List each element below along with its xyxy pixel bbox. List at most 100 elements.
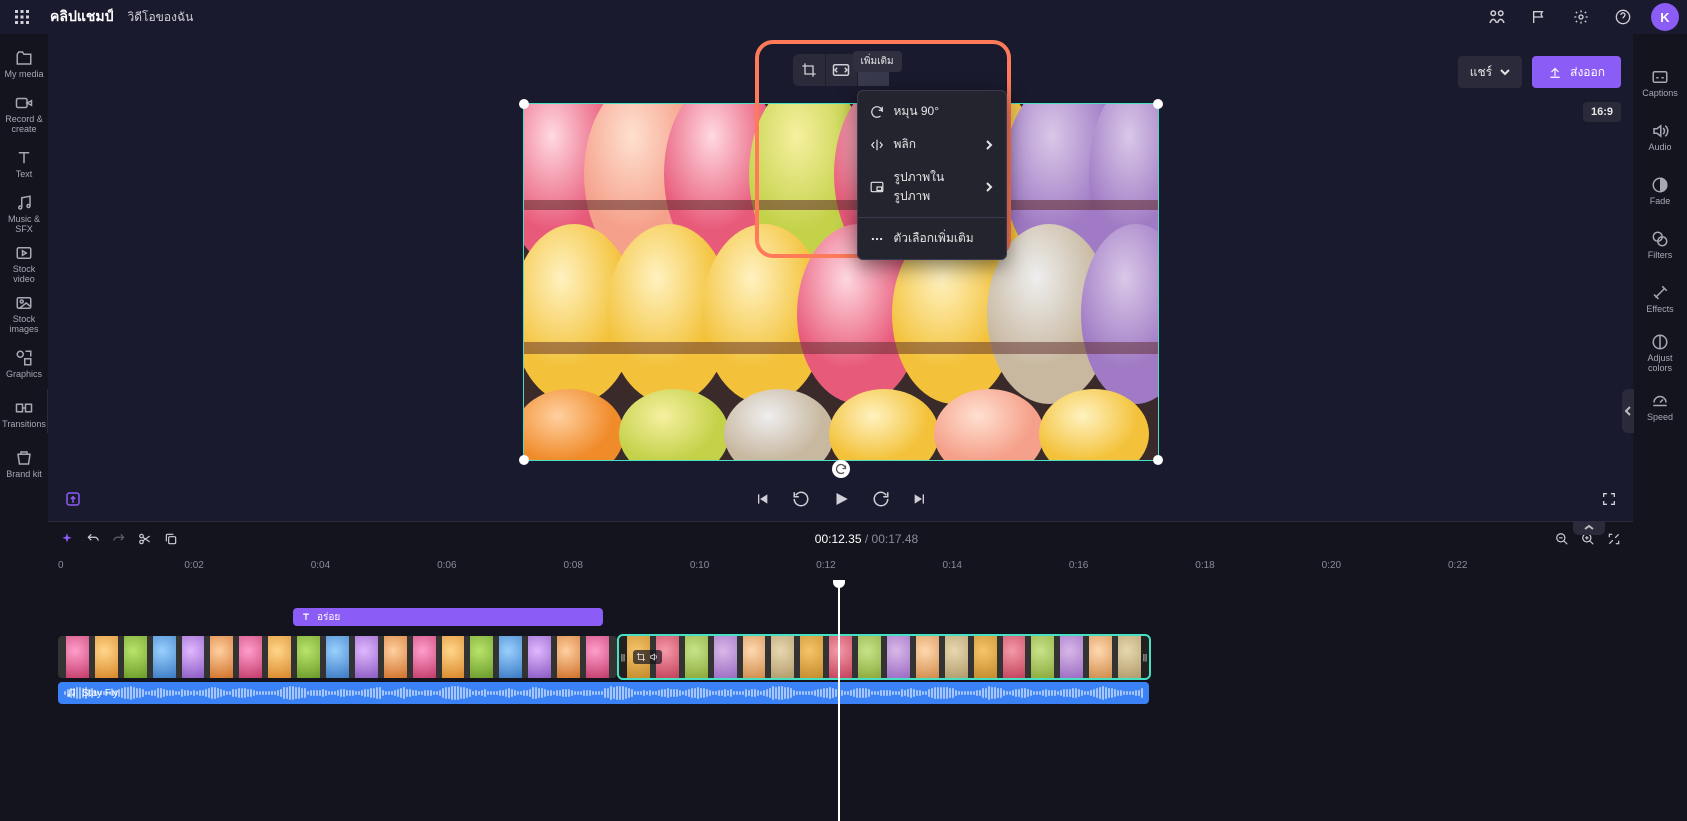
right-sidebar: Captions Audio Fade Filters Effects Adju… bbox=[1633, 34, 1687, 821]
app-name: คลิปแชมป์ bbox=[50, 6, 113, 28]
ruler-tick: 0:08 bbox=[563, 560, 582, 571]
ruler-tick: 0:22 bbox=[1448, 560, 1467, 571]
chevron-right-icon bbox=[984, 182, 994, 192]
panel-fade[interactable]: Fade bbox=[1635, 166, 1685, 216]
ruler-tick: 0:16 bbox=[1069, 560, 1088, 571]
sidebar-label: My media bbox=[4, 70, 43, 80]
share-label: แชร์ bbox=[1470, 63, 1492, 82]
undo-button[interactable] bbox=[86, 532, 100, 546]
audio-clip[interactable]: Stay Fly bbox=[58, 682, 1149, 704]
share-button[interactable]: แชร์ bbox=[1458, 56, 1522, 88]
help-icon[interactable] bbox=[1609, 3, 1637, 31]
sidebar-label: Stock video bbox=[1, 265, 47, 285]
panel-label: Speed bbox=[1647, 413, 1673, 423]
transport-bar bbox=[48, 477, 1633, 521]
resize-handle-tl[interactable] bbox=[519, 99, 529, 109]
sidebar-stock-images[interactable]: Stock images bbox=[1, 290, 47, 338]
rewind-button[interactable] bbox=[792, 490, 810, 508]
auto-compose-icon[interactable] bbox=[60, 532, 74, 546]
menu-more-options[interactable]: ตัวเลือกเพิ่มเติม bbox=[858, 222, 1006, 255]
export-button[interactable]: ส่งออก bbox=[1532, 56, 1621, 88]
sidebar-label: Stock images bbox=[1, 315, 47, 335]
clip-mini-controls bbox=[633, 650, 662, 664]
crop-mini-icon[interactable] bbox=[636, 652, 646, 662]
menu-flip[interactable]: พลิก bbox=[858, 128, 1006, 161]
preview-canvas[interactable] bbox=[524, 104, 1158, 460]
ruler-tick: 0 bbox=[58, 560, 64, 571]
sidebar-stock-video[interactable]: Stock video bbox=[1, 240, 47, 288]
zoom-out-button[interactable] bbox=[1555, 532, 1569, 546]
sidebar-record-create[interactable]: Record & create bbox=[1, 90, 47, 138]
sidebar-my-media[interactable]: My media bbox=[1, 40, 47, 88]
project-name[interactable]: วิดีโอของฉัน bbox=[127, 8, 193, 27]
preview-image bbox=[524, 104, 1158, 460]
menu-picture-in-picture[interactable]: รูปภาพในรูปภาพ bbox=[858, 161, 1006, 213]
forward-button[interactable] bbox=[872, 490, 890, 508]
panel-label: Filters bbox=[1648, 251, 1673, 261]
sidebar-label: Music & SFX bbox=[1, 215, 47, 235]
panel-captions[interactable]: Captions bbox=[1635, 58, 1685, 108]
resize-handle-bl[interactable] bbox=[519, 455, 529, 465]
timeline-tracks[interactable]: อร่อย || || bbox=[48, 580, 1633, 821]
panel-speed[interactable]: Speed bbox=[1635, 382, 1685, 432]
playhead[interactable] bbox=[838, 580, 840, 821]
split-scissors-button[interactable] bbox=[138, 532, 152, 546]
settings-gear-icon[interactable] bbox=[1567, 3, 1595, 31]
upgrade-icon[interactable] bbox=[1483, 3, 1511, 31]
text-track-row: อร่อย bbox=[58, 608, 1633, 630]
text-clip-label: อร่อย bbox=[317, 610, 340, 625]
sidebar-graphics[interactable]: Graphics bbox=[1, 340, 47, 388]
panel-audio[interactable]: Audio bbox=[1635, 112, 1685, 162]
menu-rotate-90[interactable]: หมุน 90° bbox=[858, 95, 1006, 128]
fullscreen-button[interactable] bbox=[1601, 491, 1617, 507]
sidebar-label: Transitions bbox=[2, 420, 46, 430]
resize-handle-br[interactable] bbox=[1153, 455, 1163, 465]
timecode-current: 00:12.35 bbox=[815, 532, 862, 546]
resize-handle-tr[interactable] bbox=[1153, 99, 1163, 109]
upload-icon bbox=[1548, 65, 1562, 79]
panel-label: Audio bbox=[1648, 143, 1671, 153]
video-clip-1[interactable] bbox=[58, 636, 617, 678]
avatar[interactable]: K bbox=[1651, 3, 1679, 31]
video-clip-2-selected[interactable]: || || bbox=[619, 636, 1149, 678]
skip-end-button[interactable] bbox=[912, 491, 928, 507]
panel-effects[interactable]: Effects bbox=[1635, 274, 1685, 324]
crop-button[interactable] bbox=[793, 54, 825, 86]
audio-clip-label: Stay Fly bbox=[82, 688, 118, 699]
apps-grid-icon[interactable] bbox=[8, 3, 36, 31]
zoom-fit-button[interactable] bbox=[1607, 532, 1621, 546]
sidebar-text[interactable]: Text bbox=[1, 140, 47, 188]
play-button[interactable] bbox=[832, 490, 850, 508]
redo-button[interactable] bbox=[112, 532, 126, 546]
panel-filters[interactable]: Filters bbox=[1635, 220, 1685, 270]
clip-copy-button[interactable] bbox=[164, 532, 178, 546]
ruler-tick: 0:18 bbox=[1195, 560, 1214, 571]
sidebar-transitions[interactable]: Transitions bbox=[1, 390, 47, 438]
collapse-right-panel-handle[interactable] bbox=[1622, 389, 1634, 433]
menu-label: หมุน 90° bbox=[894, 102, 994, 121]
ruler-tick: 0:14 bbox=[943, 560, 962, 571]
volume-mini-icon[interactable] bbox=[649, 652, 659, 662]
aspect-ratio-badge[interactable]: 16:9 bbox=[1583, 102, 1621, 122]
timeline-collapse-handle[interactable] bbox=[1573, 521, 1605, 535]
ruler-tick: 0:12 bbox=[816, 560, 835, 571]
magic-tools-icon[interactable] bbox=[64, 490, 82, 508]
rotate-handle[interactable] bbox=[832, 460, 850, 478]
skip-start-button[interactable] bbox=[754, 491, 770, 507]
export-label: ส่งออก bbox=[1570, 63, 1605, 82]
feedback-flag-icon[interactable] bbox=[1525, 3, 1553, 31]
text-clip[interactable]: อร่อย bbox=[293, 608, 603, 626]
timeline-ruler[interactable]: 00:020:040:060:080:100:120:140:160:180:2… bbox=[48, 556, 1633, 580]
panel-adjust-colors[interactable]: Adjust colors bbox=[1635, 328, 1685, 378]
ruler-tick: 0:06 bbox=[437, 560, 456, 571]
timecode-duration: 00:17.48 bbox=[872, 532, 919, 546]
sidebar-music-sfx[interactable]: Music & SFX bbox=[1, 190, 47, 238]
timeline-panel: 00:12.35 / 00:17.48 00:020:040:060:080:1… bbox=[48, 521, 1633, 821]
ruler-tick: 0:04 bbox=[311, 560, 330, 571]
clip-trim-handle-left[interactable]: || bbox=[619, 636, 627, 678]
timecode: 00:12.35 / 00:17.48 bbox=[815, 532, 918, 546]
menu-label: พลิก bbox=[894, 135, 974, 154]
sidebar-brand-kit[interactable]: Brand kit bbox=[1, 440, 47, 488]
ruler-tick: 0:10 bbox=[690, 560, 709, 571]
clip-trim-handle-right[interactable]: || bbox=[1141, 636, 1149, 678]
